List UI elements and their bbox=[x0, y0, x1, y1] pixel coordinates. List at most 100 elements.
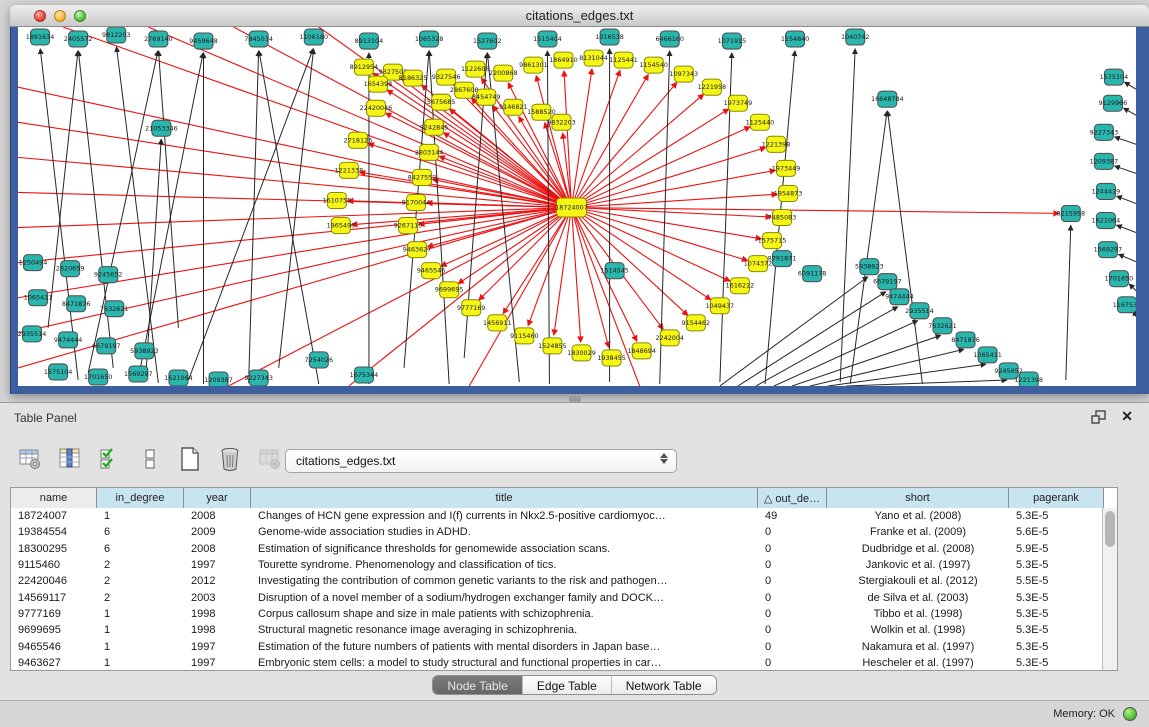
table-row[interactable]: 1872400712008Changes of HCN gene express… bbox=[11, 508, 1117, 524]
column-header-out_de[interactable]: △ out_de… bbox=[758, 488, 827, 508]
yellow-node[interactable]: 8131044 bbox=[579, 50, 608, 66]
teal-node[interactable]: 5938923 bbox=[130, 343, 159, 359]
yellow-node[interactable]: 9832203 bbox=[547, 114, 576, 130]
teal-node[interactable]: 1621064 bbox=[164, 370, 193, 386]
yellow-node[interactable]: 2242004 bbox=[655, 330, 684, 346]
teal-node[interactable]: 1575104 bbox=[44, 364, 73, 380]
yellow-node[interactable]: 1456911 bbox=[483, 315, 512, 331]
teal-node[interactable]: 9474444 bbox=[54, 332, 83, 348]
table-body[interactable]: 1872400712008Changes of HCN gene express… bbox=[11, 508, 1117, 671]
table-row[interactable]: 946362711997Embryonic stem cells: a mode… bbox=[11, 655, 1117, 671]
teal-node[interactable]: 1016538 bbox=[595, 29, 624, 45]
rows-icon[interactable] bbox=[136, 445, 164, 473]
yellow-node[interactable]: 9777169 bbox=[457, 300, 486, 316]
yellow-node[interactable]: 1049437 bbox=[706, 298, 735, 314]
memory-ok-icon[interactable] bbox=[1123, 707, 1137, 721]
yellow-node[interactable]: 1221958 bbox=[698, 79, 727, 95]
teal-node[interactable]: 1167534 bbox=[1113, 297, 1136, 313]
teal-node[interactable]: 1065328 bbox=[415, 31, 444, 47]
teal-node[interactable]: 9474444 bbox=[885, 289, 914, 305]
teal-node[interactable]: 1065411 bbox=[24, 290, 53, 306]
teal-node[interactable]: 5938923 bbox=[855, 259, 884, 275]
new-column-icon[interactable] bbox=[176, 445, 204, 473]
tab-edge-table[interactable]: Edge Table bbox=[523, 676, 612, 694]
teal-node[interactable]: 2405572 bbox=[64, 31, 93, 47]
teal-node[interactable]: 1621064 bbox=[1092, 213, 1121, 229]
teal-node[interactable]: 6466160 bbox=[655, 31, 684, 47]
yellow-node[interactable]: 1610755 bbox=[323, 192, 352, 208]
teal-node[interactable]: 1515404 bbox=[533, 31, 562, 47]
close-panel-icon[interactable]: ✕ bbox=[1121, 408, 1133, 425]
teal-node[interactable]: 9812203 bbox=[102, 27, 131, 43]
teal-node[interactable]: 16648784 bbox=[871, 91, 904, 107]
yellow-node[interactable]: 1954873 bbox=[774, 185, 803, 201]
yellow-node[interactable]: 1125441 bbox=[609, 52, 638, 68]
column-show-icon[interactable] bbox=[56, 445, 84, 473]
yellow-node[interactable]: 1830029 bbox=[567, 345, 596, 361]
yellow-node[interactable]: 1973449 bbox=[772, 160, 801, 176]
table-scrollbar-thumb[interactable] bbox=[1105, 511, 1115, 547]
yellow-node[interactable]: 2803144 bbox=[415, 144, 444, 160]
column-header-short[interactable]: short bbox=[827, 488, 1009, 508]
teal-node[interactable]: 1250494 bbox=[19, 255, 48, 271]
teal-node[interactable]: 1701650 bbox=[1105, 271, 1134, 287]
teal-node[interactable]: 1154840 bbox=[781, 31, 810, 47]
yellow-node[interactable]: 1938455 bbox=[597, 350, 626, 366]
yellow-node[interactable]: 8912954 bbox=[350, 59, 379, 75]
teal-node[interactable]: 6679197 bbox=[92, 338, 121, 354]
yellow-node[interactable]: 1524855 bbox=[538, 338, 567, 354]
yellow-node[interactable]: 9699695 bbox=[435, 282, 464, 298]
delete-column-icon[interactable] bbox=[216, 445, 244, 473]
teal-node[interactable]: 1891634 bbox=[26, 29, 55, 45]
column-header-pagerank[interactable]: pagerank bbox=[1009, 488, 1104, 508]
yellow-node[interactable]: 1097343 bbox=[670, 66, 699, 82]
teal-node[interactable]: 1527602 bbox=[473, 33, 502, 49]
yellow-node[interactable]: 9154462 bbox=[682, 315, 711, 331]
column-header-year[interactable]: year bbox=[184, 488, 251, 508]
table-row[interactable]: 977716911998Corpus callosum shape and si… bbox=[11, 606, 1117, 622]
teal-node[interactable]: 9227343 bbox=[1090, 124, 1119, 140]
teal-node[interactable]: 7632621 bbox=[928, 318, 957, 334]
yellow-node[interactable]: 1848694 bbox=[627, 343, 656, 359]
window-titlebar[interactable]: citations_edges.txt bbox=[10, 5, 1149, 27]
yellow-node[interactable]: 9861301 bbox=[519, 57, 548, 73]
teal-node[interactable]: 1569297 bbox=[1094, 242, 1123, 258]
teal-node[interactable]: 1575104 bbox=[1100, 69, 1129, 85]
column-select-icon[interactable] bbox=[96, 445, 124, 473]
citation-network-graph[interactable]: 1891634240557298122032769140945964878450… bbox=[18, 27, 1136, 386]
teal-node[interactable]: 1209387 bbox=[1090, 153, 1119, 169]
table-selector-dropdown[interactable]: citations_edges.txt bbox=[285, 449, 677, 473]
teal-node[interactable]: 9129966 bbox=[1099, 95, 1128, 111]
teal-node[interactable]: 1569297 bbox=[124, 366, 153, 382]
tab-node-table[interactable]: Node Table bbox=[433, 676, 523, 694]
yellow-node[interactable]: 1616212 bbox=[726, 278, 755, 294]
teal-node[interactable]: 1675344 bbox=[350, 367, 379, 383]
teal-node[interactable]: 6091178 bbox=[798, 266, 827, 282]
yellow-node[interactable]: 1221338 bbox=[335, 162, 364, 178]
table-scrollbar[interactable] bbox=[1102, 508, 1117, 670]
table-row[interactable]: 1830029562008Estimation of significance … bbox=[11, 541, 1117, 557]
yellow-node[interactable]: 9465546 bbox=[417, 263, 446, 279]
teal-node[interactable]: 1065411 bbox=[973, 347, 1002, 363]
tab-network-table[interactable]: Network Table bbox=[612, 676, 716, 694]
teal-node[interactable]: 2769140 bbox=[144, 31, 173, 47]
teal-node[interactable]: 8471876 bbox=[62, 296, 91, 312]
teal-node[interactable]: 1106180 bbox=[300, 29, 329, 45]
column-header-in_degree[interactable]: in_degree bbox=[97, 488, 184, 508]
hub-node[interactable]: 18724007 bbox=[555, 198, 588, 217]
table-row[interactable]: 2242004622012Investigating the contribut… bbox=[11, 573, 1117, 589]
teal-node[interactable]: 7254026 bbox=[305, 352, 334, 368]
table-header-row[interactable]: namein_degreeyeartitle△ out_de…shortpage… bbox=[11, 488, 1117, 508]
float-panel-icon[interactable] bbox=[1091, 410, 1107, 424]
teal-node[interactable]: 2935514 bbox=[905, 303, 934, 319]
yellow-node[interactable]: 1154540 bbox=[639, 57, 668, 73]
teal-node[interactable]: 9245652 bbox=[94, 267, 123, 283]
table-settings-icon[interactable] bbox=[16, 445, 44, 473]
teal-node[interactable]: 7845034 bbox=[244, 31, 273, 47]
yellow-node[interactable]: 1575715 bbox=[758, 233, 787, 249]
table-row[interactable]: 1456911722003Disruption of a novel membe… bbox=[11, 589, 1117, 605]
table-row[interactable]: 1938455462009Genome-wide association stu… bbox=[11, 524, 1117, 540]
yellow-node[interactable]: 7485083 bbox=[768, 210, 797, 226]
teal-node[interactable]: 1071915 bbox=[718, 33, 747, 49]
teal-node[interactable]: 8471876 bbox=[951, 332, 980, 348]
